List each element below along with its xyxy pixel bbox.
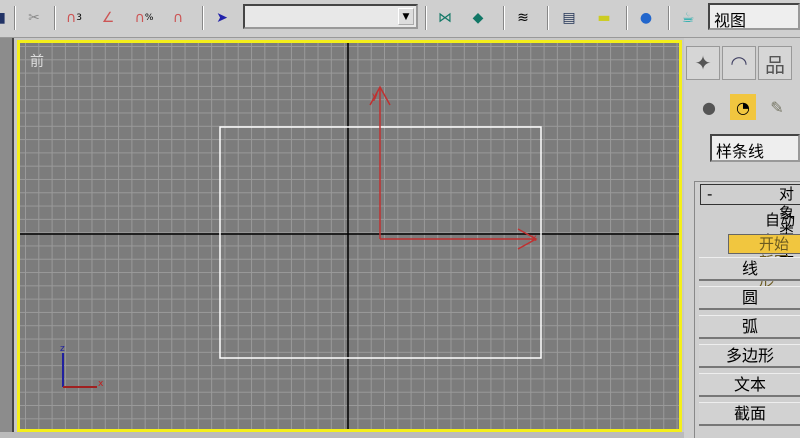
viewport-canvas: y x z x [20,43,679,429]
main-toolbar: ▮ ✂ ∩ 3 ∠ ∩% ∩ ➤ ▼ ⋈ ◆ ≋ ▤ ▬ ● ☕ 视图 [0,0,800,38]
material-editor-icon[interactable]: ● [634,6,658,30]
select-link-icon[interactable]: ▮ [0,6,14,30]
modify-tab-icon[interactable]: ◠ [722,46,756,80]
circle-button[interactable]: 圆 [699,286,800,310]
render-type-dropdown[interactable]: 视图 [708,3,800,30]
render-scene-icon[interactable]: ☕ [676,6,700,30]
toolbar-separator [547,6,549,30]
snap-3d-icon[interactable]: ∩ 3 [62,6,86,30]
gizmo-y-label: y [372,91,378,102]
front-viewport[interactable]: 前 y x z x [17,40,682,432]
section-button[interactable]: 截面 [699,402,800,426]
toolbar-separator [14,6,16,30]
toolbar-separator [668,6,670,30]
schematic-icon[interactable]: ▬ [592,6,616,30]
text-button[interactable]: 文本 [699,373,800,397]
lights-icon[interactable]: ✎ [764,94,790,120]
angle-snap-icon[interactable]: ∠ [96,6,120,30]
toolbar-separator [202,6,204,30]
left-viewport-edge [0,38,14,438]
curve-editor-icon[interactable]: ▤ [557,6,581,30]
toolbar-separator [503,6,505,30]
object-type-rollout: -对象类型 自动栅格 开始新图形 线 圆 弧 多边形 文本 截面 [694,181,800,438]
tripod-x-label: x [98,379,104,389]
axis-tripod-icon: z x [60,344,104,389]
geometry-icon[interactable]: ● [696,94,722,120]
viewport-bottom-bar [0,432,684,438]
toolbar-separator [626,6,628,30]
tripod-z-label: z [60,344,65,354]
start-new-shape-button[interactable]: 开始新图形 [728,234,800,289]
collapse-icon: - [707,185,713,203]
shapes-icon[interactable]: ◔ [730,94,756,120]
toolbar-separator [425,6,427,30]
category-dropdown[interactable]: 样条线 [710,134,800,162]
layers-icon[interactable]: ≋ [511,6,535,30]
line-button[interactable]: 线 [699,257,800,281]
arc-button[interactable]: 弧 [699,315,800,339]
create-tab-icon[interactable]: ✦ [686,46,720,80]
named-selection-dropdown[interactable]: ▼ [243,4,418,29]
ngon-button[interactable]: 多边形 [699,344,800,368]
align-icon[interactable]: ◆ [466,6,490,30]
hierarchy-tab-icon[interactable]: 品 [758,46,792,80]
chevron-down-icon[interactable]: ▼ [398,8,414,25]
spinner-snap-icon[interactable]: ∩ [166,6,190,30]
mirror-icon[interactable]: ⋈ [433,6,457,30]
command-panel: ✦ ◠ 品 ● ◔ ✎ 样条线 -对象类型 自动栅格 开始新图形 线 圆 弧 多… [684,38,800,438]
percent-snap-icon[interactable]: ∩% [132,6,156,30]
transform-gizmo[interactable] [369,85,538,250]
named-selection-icon[interactable]: ➤ [210,6,234,30]
bind-space-warp-icon[interactable]: ✂ [22,6,46,30]
toolbar-separator [54,6,56,30]
gizmo-x-label: x [531,233,537,244]
rollout-header[interactable]: -对象类型 [700,184,800,260]
